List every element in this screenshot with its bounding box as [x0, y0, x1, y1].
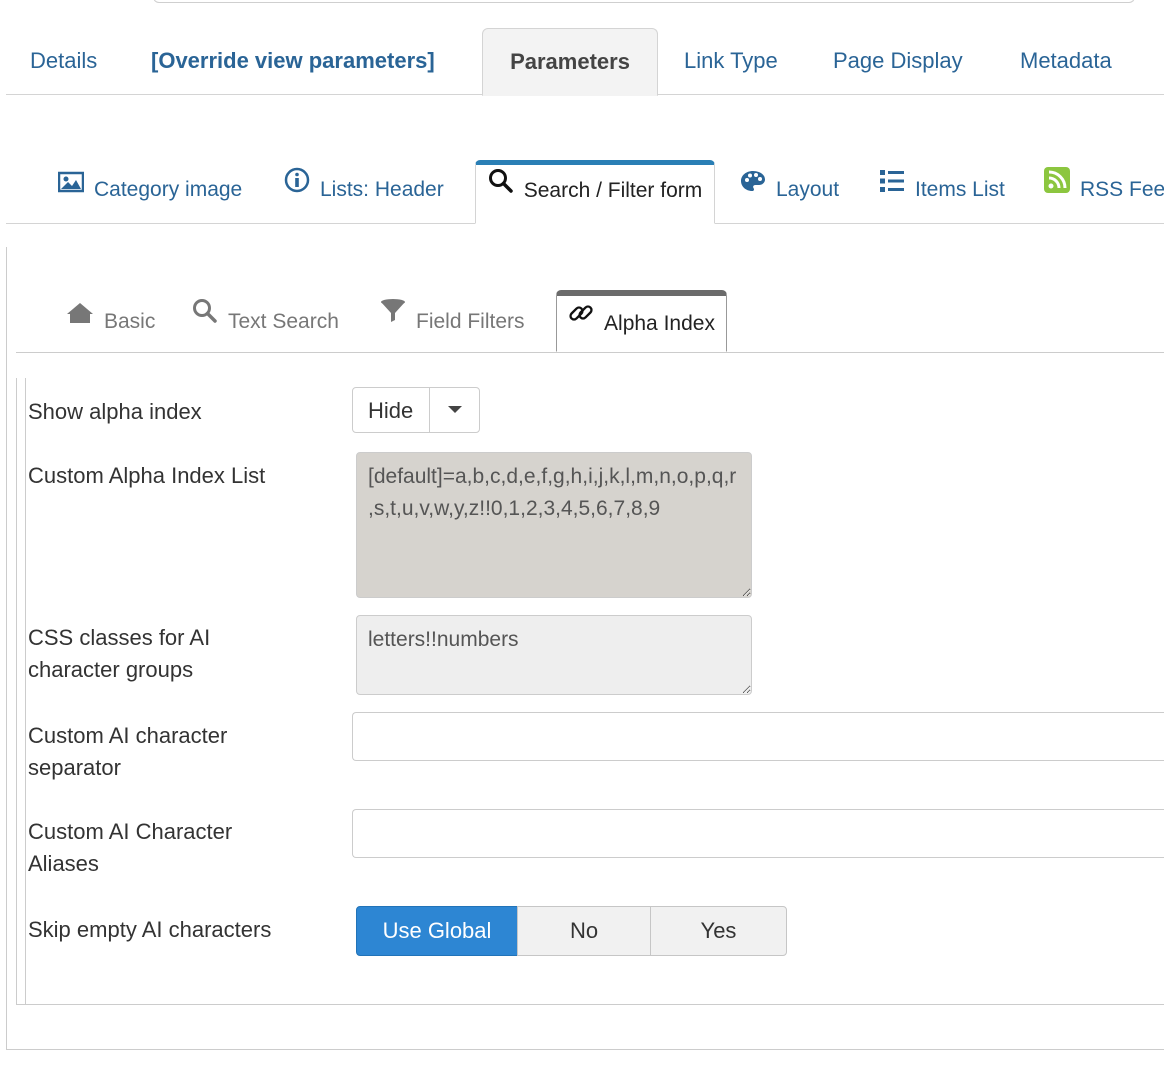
tab-metadata[interactable]: Metadata	[1020, 28, 1112, 94]
tab-field-filters[interactable]: Field Filters	[380, 290, 525, 352]
custom-alpha-index-list-textarea[interactable]: [default]=a,b,c,d,e,f,g,h,i,j,k,l,m,n,o,…	[356, 452, 752, 598]
css-classes-textarea[interactable]: letters!!numbers	[356, 615, 752, 695]
dropdown-toggle[interactable]	[429, 388, 479, 432]
list-icon	[879, 157, 905, 217]
show-alpha-index-label: Show alpha index	[28, 399, 202, 424]
search-icon	[192, 286, 218, 350]
tab-items-list[interactable]: Items List	[879, 160, 1005, 223]
rss-icon	[1044, 157, 1070, 217]
tab-basic-label: Basic	[104, 310, 156, 333]
filter-icon	[380, 286, 406, 350]
parameters-subtabs: Category image Lists: Header Search / Fi…	[6, 160, 1164, 224]
main-tabs: Details [Override view parameters] Param…	[6, 28, 1164, 96]
search-filter-subtabs: Basic Text Search Field Filters Alpha In…	[16, 290, 1164, 353]
caret-down-icon	[448, 406, 462, 413]
css-classes-label: CSS classes for AI character groups	[28, 625, 211, 682]
use-global-button[interactable]: Use Global	[356, 906, 518, 956]
tab-override-view-parameters[interactable]: [Override view parameters]	[151, 28, 435, 94]
tab-items-list-label: Items List	[915, 178, 1005, 201]
home-icon	[66, 286, 94, 350]
panel-divider	[25, 378, 26, 1004]
tab-text-search[interactable]: Text Search	[192, 290, 339, 352]
tab-category-image-label: Category image	[94, 178, 243, 201]
tab-lists-header[interactable]: Lists: Header	[284, 160, 444, 223]
palette-icon	[740, 157, 766, 217]
tab-alpha-index-label: Alpha Index	[604, 312, 715, 335]
tab-basic[interactable]: Basic	[66, 290, 155, 352]
tab-details[interactable]: Details	[30, 28, 97, 94]
show-alpha-index-value: Hide	[368, 398, 414, 423]
custom-alpha-index-list-label: Custom Alpha Index List	[28, 463, 266, 488]
tab-text-search-label: Text Search	[228, 310, 339, 333]
custom-aliases-label: Custom AI Character Aliases	[28, 819, 233, 876]
tab-field-filters-label: Field Filters	[416, 310, 525, 333]
info-icon	[284, 157, 310, 217]
no-button[interactable]: No	[517, 906, 651, 956]
top-input-field[interactable]	[153, 0, 1135, 3]
custom-aliases-input[interactable]	[352, 809, 1164, 858]
tab-rss-feed-label: RSS Fee	[1080, 178, 1164, 201]
tab-parameters[interactable]: Parameters	[482, 28, 658, 96]
custom-separator-input[interactable]	[352, 712, 1164, 761]
tab-alpha-index[interactable]: Alpha Index	[556, 290, 727, 352]
tab-page-display[interactable]: Page Display	[833, 28, 963, 94]
tab-link-type[interactable]: Link Type	[684, 28, 778, 94]
custom-separator-label: Custom AI character separator	[28, 723, 228, 780]
tab-category-image[interactable]: Category image	[57, 157, 243, 223]
tab-lists-header-label: Lists: Header	[320, 178, 444, 201]
show-alpha-index-select[interactable]: Hide	[352, 387, 480, 433]
image-icon	[57, 157, 85, 217]
yes-button[interactable]: Yes	[650, 906, 787, 956]
tab-search-filter-form-label: Search / Filter form	[523, 179, 703, 202]
tab-rss-feed[interactable]: RSS Fee	[1044, 160, 1164, 223]
skip-empty-label: Skip empty AI characters	[28, 917, 272, 942]
tab-layout-label: Layout	[776, 178, 840, 201]
link-icon	[568, 292, 594, 348]
tab-search-filter-form[interactable]: Search / Filter form	[475, 160, 715, 224]
search-icon	[488, 162, 514, 214]
tab-layout[interactable]: Layout	[740, 160, 839, 223]
